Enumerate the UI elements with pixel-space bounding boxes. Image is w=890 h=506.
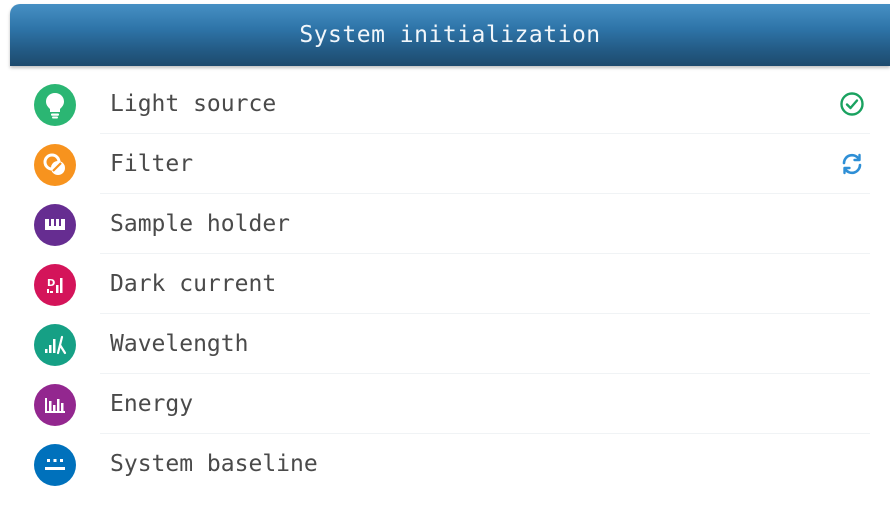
step-energy: Energy [10,374,880,434]
step-label: Wavelength [110,331,249,357]
step-wavelength: Wavelength [10,314,880,374]
wavelength-icon [34,324,76,366]
step-label: Sample holder [110,211,291,237]
energy-icon [34,384,76,426]
svg-text:D: D [47,278,55,289]
dark-current-icon: D [34,264,76,306]
panel-title: System initialization [299,22,601,48]
filter-icon [34,144,76,186]
step-label: Energy [110,391,194,417]
step-system-baseline: System baseline [10,434,880,494]
init-step-list: Light source Filter Sample holder D Dark… [10,74,880,494]
step-filter: Filter [10,134,880,194]
system-initialization-panel: System initialization Light source Filte… [0,0,890,506]
sync-icon [838,150,866,178]
step-sample-holder: Sample holder [10,194,880,254]
sample-holder-icon [34,204,76,246]
check-circle-icon [838,90,866,118]
step-light-source: Light source [10,74,880,134]
panel-header: System initialization [10,4,890,66]
step-label: Light source [110,91,277,117]
step-label: Dark current [110,271,277,297]
step-label: System baseline [110,451,318,477]
step-label: Filter [110,151,194,177]
lightbulb-icon [34,84,76,126]
baseline-icon [34,444,76,486]
step-dark-current: D Dark current [10,254,880,314]
